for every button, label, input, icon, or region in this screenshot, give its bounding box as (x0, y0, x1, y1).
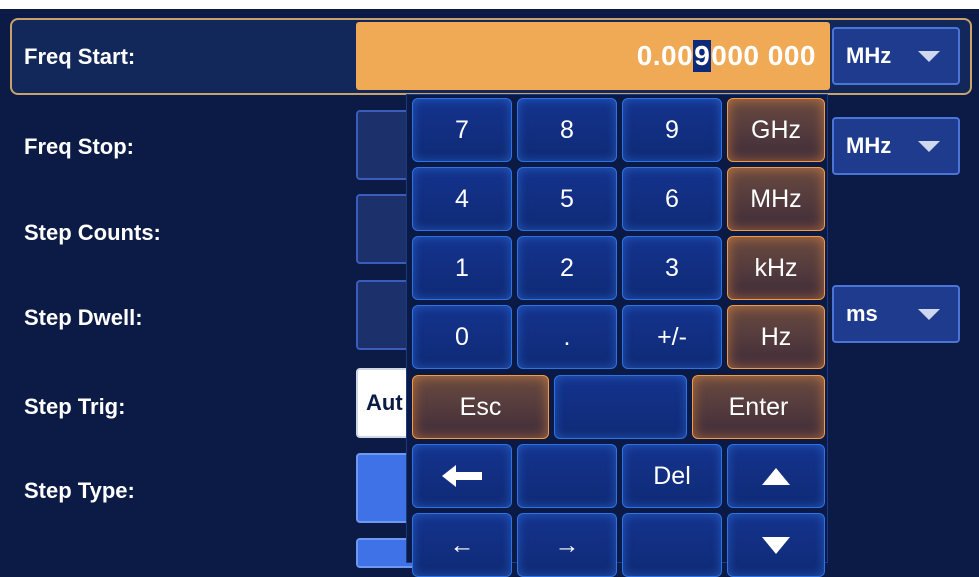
freq-start-value-prefix: 0.00 (636, 40, 694, 71)
step-dwell-unit-select[interactable]: ms (832, 285, 960, 343)
freq-stop-unit-select[interactable]: MHz (832, 117, 960, 175)
step-trig-value: Aut (366, 390, 403, 415)
key-7[interactable]: 7 (412, 98, 512, 162)
key-esc[interactable]: Esc (412, 375, 549, 439)
numeric-keypad: 7 8 9 GHz 4 5 6 MHz 1 2 3 kHz 0 . +/- Hz… (406, 94, 828, 577)
freq-start-label: Freq Start: (24, 44, 136, 69)
key-9[interactable]: 9 (622, 98, 722, 162)
key-5[interactable]: 5 (517, 167, 617, 231)
key-decimal[interactable]: . (517, 305, 617, 369)
top-border (0, 0, 979, 9)
key-ghz[interactable]: GHz (727, 98, 825, 162)
key-0[interactable]: 0 (412, 305, 512, 369)
freq-start-input[interactable]: 0.00 9 000 000 (356, 22, 830, 90)
key-cursor-left[interactable]: ← (412, 513, 512, 577)
key-delete[interactable]: Del (622, 444, 722, 508)
step-dwell-label: Step Dwell: (24, 305, 143, 330)
key-khz[interactable]: kHz (727, 236, 825, 300)
key-6[interactable]: 6 (622, 167, 722, 231)
key-hz[interactable]: Hz (727, 305, 825, 369)
chevron-down-icon (918, 309, 940, 320)
key-4[interactable]: 4 (412, 167, 512, 231)
key-enter[interactable]: Enter (692, 375, 825, 439)
key-8[interactable]: 8 (517, 98, 617, 162)
freq-start-unit-select[interactable]: MHz (832, 27, 960, 85)
arrow-down-icon (762, 536, 790, 554)
chevron-down-icon (918, 141, 940, 152)
key-up[interactable] (727, 444, 825, 508)
key-3[interactable]: 3 (622, 236, 722, 300)
step-counts-label: Step Counts: (24, 220, 161, 245)
key-cursor-right[interactable]: → (517, 513, 617, 577)
freq-stop-label: Freq Stop: (24, 134, 134, 159)
step-type-label: Step Type: (24, 478, 135, 503)
key-blank-3[interactable] (622, 513, 722, 577)
key-backspace[interactable] (412, 444, 512, 508)
freq-start-unit-label: MHz (846, 43, 892, 68)
key-sign[interactable]: +/- (622, 305, 722, 369)
key-1[interactable]: 1 (412, 236, 512, 300)
key-blank[interactable] (554, 375, 687, 439)
key-mhz[interactable]: MHz (727, 167, 825, 231)
freq-start-value-suffix: 000 000 (711, 40, 816, 71)
step-dwell-unit-label: ms (846, 301, 878, 326)
key-down[interactable] (727, 513, 825, 577)
key-2[interactable]: 2 (517, 236, 617, 300)
chevron-down-icon (918, 51, 940, 62)
arrow-up-icon (762, 467, 790, 485)
freq-stop-unit-label: MHz (846, 133, 892, 158)
text-cursor-digit: 9 (693, 40, 712, 72)
key-blank-2[interactable] (517, 444, 617, 508)
backspace-arrow-icon (442, 465, 482, 487)
step-trig-label: Step Trig: (24, 394, 126, 419)
